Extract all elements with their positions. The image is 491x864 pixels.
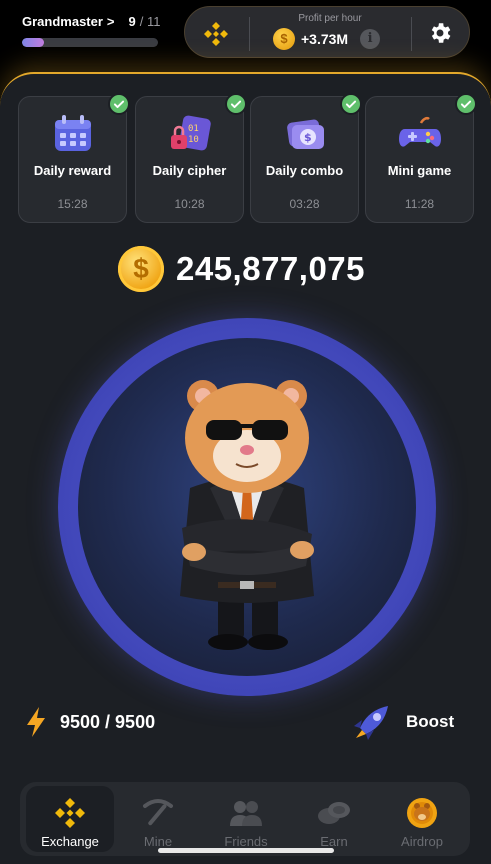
nav-label: Earn [320,834,348,849]
top-bar: Grandmaster > 9 / 11 Profit per hour $ +… [0,0,491,80]
gear-icon[interactable] [427,20,453,46]
card-title: Mini game [387,163,452,178]
daily-cipher-card[interactable]: 01 10 Daily cipher 10:28 [135,93,247,223]
info-icon[interactable]: i [360,29,381,49]
profit-pill: Profit per hour $ +3.73M i [184,6,470,58]
energy-meter: 9500 / 9500 [24,706,155,738]
profit-row: $ +3.73M i [273,28,381,50]
combo-card-icon: $ [287,119,324,149]
rank-progress-bar [22,38,158,47]
boost-label: Boost [406,712,455,731]
nav-friends[interactable]: Friends [202,786,290,852]
checkmark-icon [455,93,477,115]
pickaxe-icon [143,799,173,826]
exchange-logo-icon[interactable] [201,19,231,49]
coin-balance: $ 245,877,075 [118,246,365,292]
energy-value: 9500 / 9500 [60,711,156,732]
divider [411,17,412,51]
profit-label: Profit per hour [298,13,362,24]
card-timer: 15:28 [57,197,88,211]
boost-button[interactable]: Boost [352,704,454,740]
daily-combo-card[interactable]: $ Daily combo 03:28 [250,93,362,223]
rank-progress-fill [22,38,44,47]
profit-value: +3.73M [301,31,349,47]
nav-mine[interactable]: Mine [114,786,202,852]
nav-exchange[interactable]: Exchange [26,786,114,852]
checkmark-icon [225,93,247,115]
card-timer: 11:28 [404,197,435,211]
nav-label: Airdrop [401,834,443,849]
svg-text:10: 10 [188,135,199,145]
cipher-icon: 01 10 [171,115,211,151]
coin-icon: $ [273,28,295,50]
nav-label: Exchange [41,834,99,849]
lightning-icon [27,707,45,737]
card-timer: 10:28 [174,197,205,211]
bottom-nav: Exchange Mine Friends Earn Airdrop [20,782,470,856]
checkmark-icon [340,93,362,115]
rank-level-total: / 11 [139,14,161,29]
chevron-right-icon: > [106,14,115,29]
exchange-icon [55,798,85,828]
checkmark-icon [108,93,130,115]
svg-text:01: 01 [188,124,199,134]
coin-icon: $ [118,246,164,292]
hamster-character-icon [180,380,314,650]
tap-button[interactable] [58,318,436,696]
card-title: Daily reward [33,163,112,178]
nav-earn[interactable]: Earn [290,786,378,852]
balance-value: 245,877,075 [176,250,366,287]
rank-level: 9 [128,14,136,29]
daily-reward-card[interactable]: Daily reward 15:28 [18,93,130,223]
friends-icon [230,801,262,826]
rocket-icon [354,706,388,740]
card-timer: 03:28 [289,197,320,211]
nav-label: Friends [224,834,268,849]
svg-text:$: $ [304,131,312,144]
divider [249,17,250,51]
airdrop-coin-icon [407,798,437,828]
nav-airdrop[interactable]: Airdrop [378,786,466,852]
daily-cards: Daily reward 15:28 01 10 Daily cipher 10… [18,93,480,224]
card-title: Daily combo [265,163,344,178]
calendar-icon [55,115,91,151]
nav-label: Mine [143,834,173,849]
card-title: Daily cipher [152,163,227,178]
coins-icon [318,802,350,824]
tap-area[interactable] [78,338,416,676]
rank-name[interactable]: Grandmaster [22,14,103,29]
rank-progress[interactable]: Grandmaster > 9 / 11 [22,14,162,47]
gamepad-icon [399,116,441,147]
mini-game-card[interactable]: Mini game 11:28 [365,93,477,223]
home-indicator[interactable] [158,848,334,853]
